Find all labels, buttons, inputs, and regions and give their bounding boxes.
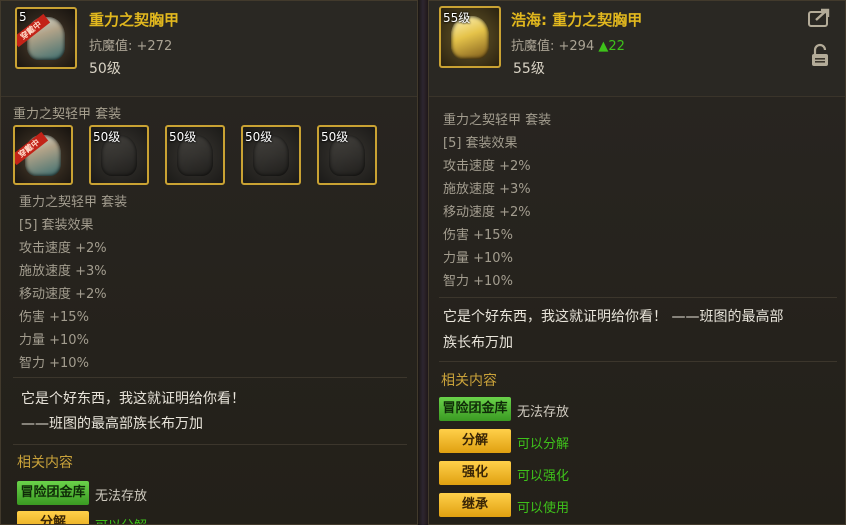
adventure-vault-button[interactable]: 冒险团金库 (17, 481, 89, 505)
flavor-line-1: 它是个好东西，我这就证明给你看！ ——班图的最高部 (443, 309, 784, 325)
disassemble-button[interactable]: 分解 (17, 511, 89, 524)
disassemble-note: 可以分解 (517, 437, 570, 452)
flavor-line-2: ——班图的最高部族长布万加 (21, 416, 203, 432)
set-slot-2[interactable]: 50级 (89, 125, 149, 185)
slot-level-tag: 50级 (321, 130, 349, 144)
item-icon-chest-armor[interactable]: 穿戴中 5 (15, 7, 77, 69)
divider (13, 377, 407, 378)
enhance-button[interactable]: 强化 (439, 461, 511, 485)
set-slot-4[interactable]: 50级 (241, 125, 301, 185)
disassemble-note: 可以分解 (95, 515, 147, 524)
item-icon-chest-armor[interactable]: 55级 (439, 6, 501, 68)
divider (13, 444, 407, 445)
set-slot-1[interactable]: 穿戴中 (13, 125, 73, 185)
flavor-line-2: 族长布万加 (443, 335, 513, 351)
lock-icon[interactable] (809, 43, 831, 69)
item-stat: 抗魔值: +294 ▲22 (511, 35, 625, 54)
item-title: 重力之契胸甲 (89, 11, 180, 29)
set-line: 智力 +10% (443, 274, 513, 289)
set-line: 移动速度 +2% (443, 205, 531, 220)
stat-diff: ▲22 (598, 39, 625, 54)
set-line: 施放速度 +3% (19, 264, 107, 279)
share-icon[interactable] (807, 7, 833, 29)
set-line: 智力 +10% (19, 356, 89, 371)
set-line: 移动速度 +2% (19, 287, 107, 302)
slot-level-tag: 50级 (245, 130, 273, 144)
enhance-note: 可以强化 (517, 469, 570, 484)
item-stat: 抗魔值: +272 (89, 39, 173, 54)
set-line: 攻击速度 +2% (19, 241, 107, 256)
set-line: 重力之契轻甲 套装 (19, 195, 128, 210)
set-line: 力量 +10% (19, 333, 89, 348)
divider (439, 361, 837, 362)
set-line: 伤害 +15% (443, 228, 513, 243)
disassemble-button[interactable]: 分解 (439, 429, 511, 453)
set-title: 重力之契轻甲 套装 (13, 107, 122, 122)
set-line: [5] 套装效果 (19, 218, 94, 233)
item-level: 50级 (89, 61, 121, 77)
icon-level-tag: 55级 (443, 11, 471, 25)
set-slot-3[interactable]: 50级 (165, 125, 225, 185)
item-title: 浩海: 重力之契胸甲 (511, 11, 643, 29)
flavor-line-1: 它是个好东西，我这就证明给你看！ (21, 391, 245, 407)
vault-note: 无法存放 (517, 405, 570, 420)
divider (439, 297, 837, 298)
left-tooltip-panel: 穿戴中 5 重力之契胸甲 抗魔值: +272 50级 重力之契轻甲 套装 穿戴中… (0, 0, 418, 525)
slot-level-tag: 50级 (169, 130, 197, 144)
related-title: 相关内容 (441, 373, 497, 389)
slot-level-tag: 50级 (93, 130, 121, 144)
set-line: [5] 套装效果 (443, 136, 518, 151)
inherit-button[interactable]: 继承 (439, 493, 511, 517)
set-line: 重力之契轻甲 套装 (443, 113, 552, 128)
inherit-note: 可以使用 (517, 501, 570, 516)
set-slot-5[interactable]: 50级 (317, 125, 377, 185)
set-line: 伤害 +15% (19, 310, 89, 325)
icon-level-tag: 5 (19, 10, 27, 24)
set-line: 攻击速度 +2% (443, 159, 531, 174)
set-line: 施放速度 +3% (443, 182, 531, 197)
set-line: 力量 +10% (443, 251, 513, 266)
stat-value: 抗魔值: +294 (511, 39, 595, 54)
related-title: 相关内容 (17, 455, 73, 471)
vault-note: 无法存放 (95, 489, 148, 504)
right-tooltip-panel: 55级 浩海: 重力之契胸甲 抗魔值: +294 ▲22 55级 重力之契轻甲 … (428, 0, 846, 525)
item-level: 55级 (513, 61, 545, 77)
adventure-vault-button[interactable]: 冒险团金库 (439, 397, 511, 421)
